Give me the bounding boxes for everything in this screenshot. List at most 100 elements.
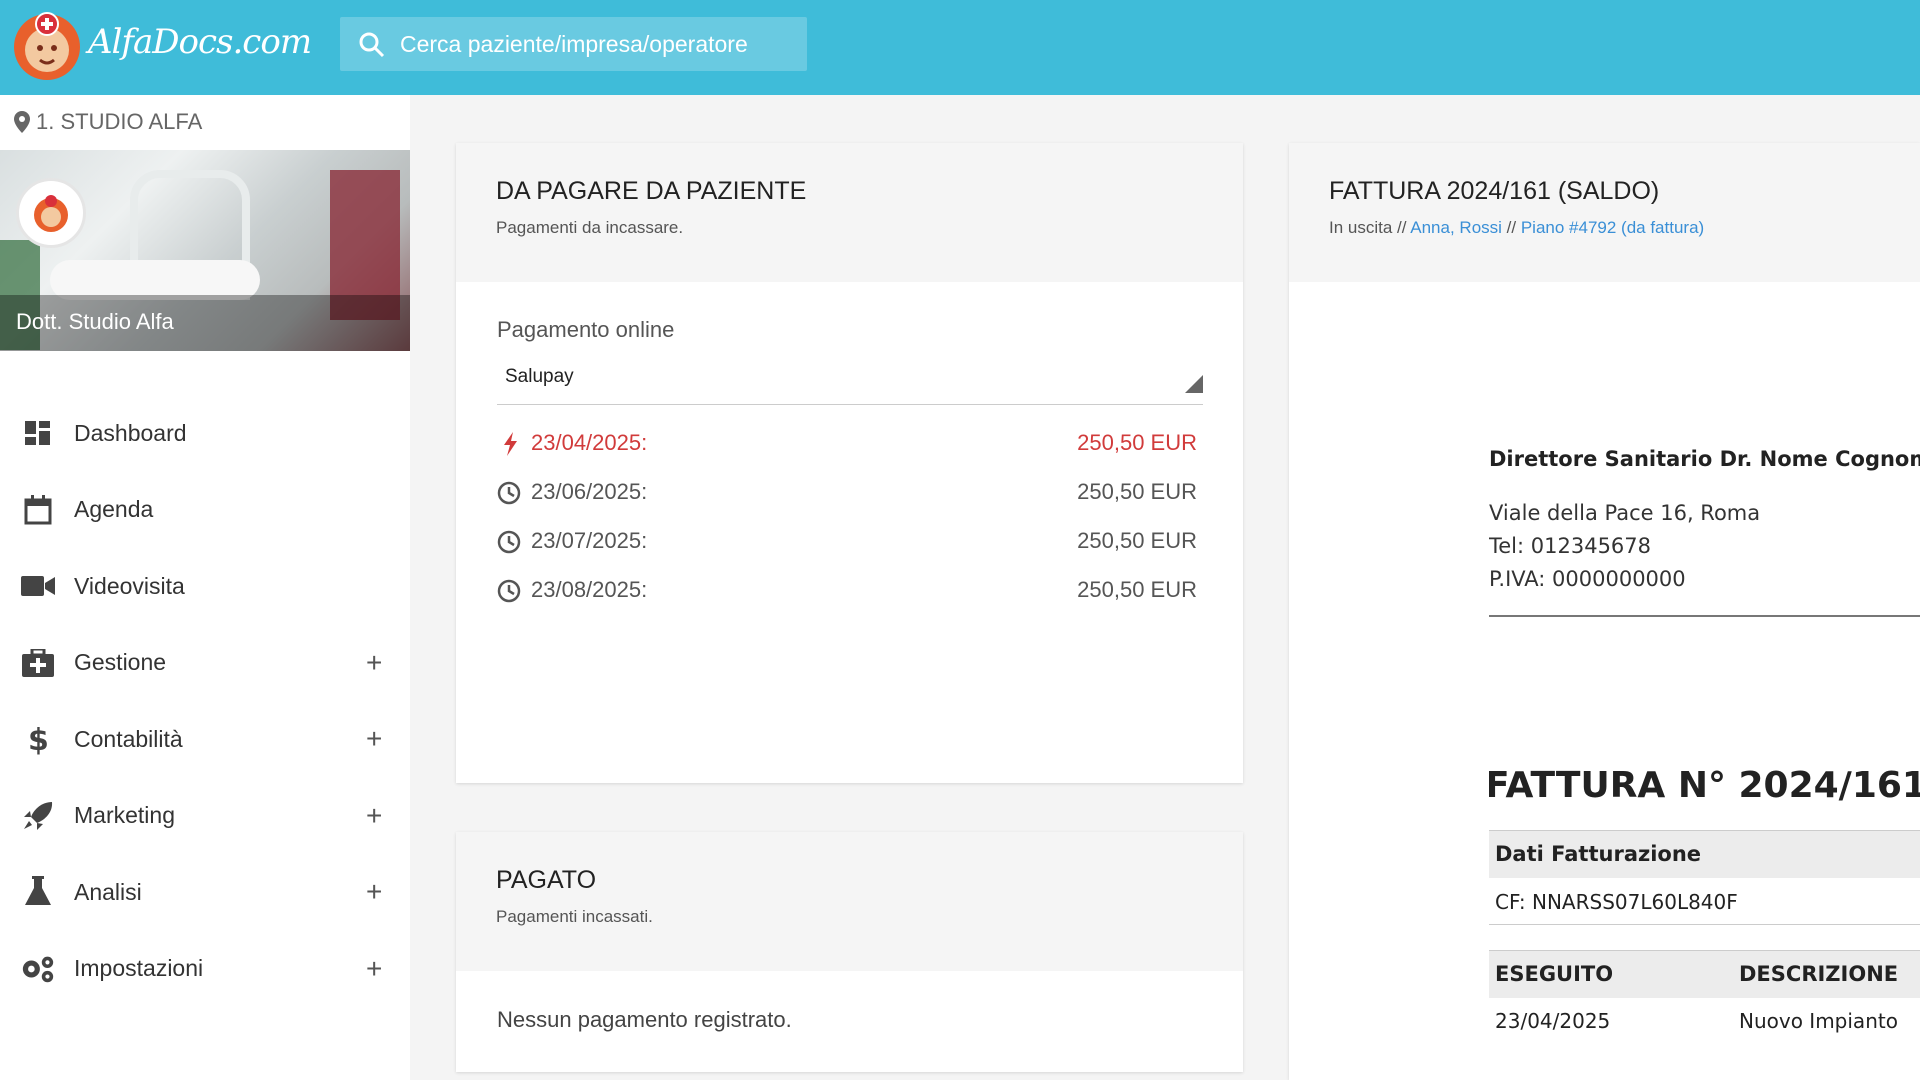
billing-data-header: Dati Fatturazione [1489, 831, 1920, 878]
sidebar-item-marketing[interactable]: Marketing + [0, 778, 410, 855]
installment-date: 23/06/2025: [531, 479, 648, 504]
installment-date: 23/08/2025: [531, 577, 648, 602]
video-camera-icon [20, 568, 56, 604]
invoice-document: Direttore Sanitario Dr. Nome Cognome Via… [1489, 430, 1920, 1080]
col-description: DESCRIZIONE [1739, 962, 1899, 986]
invoice-tel: Tel: 012345678 [1489, 534, 1652, 558]
sidebar-item-label: Agenda [74, 496, 154, 523]
installment-amount: 250,50 EUR [1077, 479, 1197, 504]
sidebar-item-analisi[interactable]: Analisi + [0, 854, 410, 931]
row-description: Nuovo Impianto [1739, 1009, 1898, 1033]
sidebar-item-label: Analisi [74, 878, 142, 905]
sidebar-item-label: Gestione [74, 649, 167, 676]
sidebar: 1. STUDIO ALFA Dott. Studio Alfa Dashboa… [0, 95, 410, 1080]
medical-kit-icon [20, 645, 56, 681]
to-pay-title: DA PAGARE DA PAZIENTE [496, 177, 807, 205]
sidebar-item-gestione[interactable]: Gestione + [0, 625, 410, 702]
invoice-number-heading: FATTURA N° 2024/161 [1489, 765, 1920, 806]
search-input[interactable] [400, 17, 800, 71]
invoice-title: FATTURA 2024/161 (SALDO) [1329, 177, 1660, 205]
brand-name[interactable]: AlfaDocs.com [88, 22, 312, 62]
clock-icon [497, 530, 521, 554]
invoice-director: Direttore Sanitario Dr. Nome Cognome [1489, 447, 1920, 471]
invoice-header: FATTURA 2024/161 (SALDO) In uscita // An… [1289, 143, 1920, 282]
to-pay-subtitle: Pagamenti da incassare. [496, 218, 684, 237]
installment-amount: 250,50 EUR [1077, 528, 1197, 553]
payment-method-select[interactable]: Salupay [497, 355, 1203, 405]
table-row: 23/04/2025 Nuovo Impianto [1489, 998, 1920, 1058]
payment-method-label: Pagamento online [497, 317, 675, 342]
col-done: ESEGUITO [1495, 962, 1614, 986]
dashboard-icon [20, 415, 56, 451]
expand-icon[interactable]: + [366, 876, 382, 908]
to-pay-header: DA PAGARE DA PAZIENTE Pagamenti da incas… [456, 143, 1243, 282]
installment-row: 23/08/2025: 250,50 EUR [497, 577, 1197, 626]
installment-date: 23/07/2025: [531, 528, 648, 553]
lightning-icon [504, 432, 517, 456]
paid-subtitle: Pagamenti incassati. [496, 907, 653, 926]
installment-row: 23/04/2025: 250,50 EUR [497, 430, 1197, 479]
invoice-direction: In uscita // [1329, 218, 1411, 237]
expand-icon[interactable]: + [366, 953, 382, 985]
plan-link[interactable]: Piano #4792 (da fattura) [1521, 218, 1704, 237]
location-label: 1. STUDIO ALFA [36, 109, 203, 134]
paid-empty-message: Nessun pagamento registrato. [497, 1007, 792, 1032]
sidebar-item-label: Videovisita [74, 572, 185, 599]
search-bar[interactable] [340, 17, 807, 71]
dollar-icon: $ [20, 721, 56, 757]
calendar-icon [20, 492, 56, 528]
sidebar-item-label: Marketing [74, 802, 175, 829]
services-table-header: ESEGUITO DESCRIZIONE [1489, 951, 1920, 998]
clock-icon [497, 481, 521, 505]
paid-title: PAGATO [496, 866, 597, 894]
main-menu: Dashboard Agenda Videovisita Gestione + … [0, 395, 410, 1007]
paid-header: PAGATO Pagamenti incassati. [456, 832, 1243, 971]
map-pin-icon [14, 111, 30, 133]
svg-text:$: $ [28, 723, 48, 756]
paid-card: PAGATO Pagamenti incassati. Nessun pagam… [456, 832, 1243, 1072]
expand-icon[interactable]: + [366, 723, 382, 755]
installment-date: 23/04/2025: [531, 430, 648, 455]
sidebar-item-videovisita[interactable]: Videovisita [0, 548, 410, 625]
rocket-icon [20, 798, 56, 834]
top-bar: AlfaDocs.com [0, 0, 1920, 95]
to-pay-card: DA PAGARE DA PAZIENTE Pagamenti da incas… [456, 143, 1243, 783]
row-date: 23/04/2025 [1495, 1009, 1611, 1033]
clock-icon [497, 579, 521, 603]
patient-link[interactable]: Anna, Rossi [1410, 218, 1502, 237]
sidebar-item-label: Dashboard [74, 419, 187, 446]
expand-icon[interactable]: + [366, 647, 382, 679]
installments-list: 23/04/2025: 250,50 EUR 23/06/2025: 250,5… [497, 430, 1197, 626]
invoice-divider [1489, 615, 1920, 617]
sidebar-item-dashboard[interactable]: Dashboard [0, 395, 410, 472]
studio-cover-image: Dott. Studio Alfa [0, 150, 410, 351]
sidebar-item-label: Contabilità [74, 725, 183, 752]
lion-logo-icon[interactable] [10, 8, 84, 82]
sidebar-item-label: Impostazioni [74, 955, 204, 982]
invoice-piva: P.IVA: 0000000000 [1489, 567, 1686, 591]
billing-cf: CF: NNARSS07L60L840F [1495, 890, 1738, 914]
invoice-address: Viale della Pace 16, Roma [1489, 501, 1761, 525]
services-table: ESEGUITO DESCRIZIONE 23/04/2025 Nuovo Im… [1489, 950, 1920, 1080]
gears-icon [20, 951, 56, 987]
search-icon [359, 32, 385, 58]
studio-name: Dott. Studio Alfa [0, 295, 410, 351]
invoice-subtitle: In uscita // Anna, Rossi // Piano #4792 … [1329, 218, 1880, 238]
flask-icon [20, 874, 56, 910]
sidebar-item-agenda[interactable]: Agenda [0, 472, 410, 549]
invoice-address-block: Viale della Pace 16, Roma Tel: 012345678… [1489, 497, 1760, 596]
location-selector[interactable]: 1. STUDIO ALFA [14, 109, 202, 135]
installment-row: 23/07/2025: 250,50 EUR [497, 528, 1197, 577]
payment-method-value: Salupay [505, 366, 574, 387]
installment-amount: 250,50 EUR [1077, 577, 1197, 602]
installment-amount: 250,50 EUR [1077, 430, 1197, 455]
separator: // [1501, 218, 1521, 237]
sidebar-item-impostazioni[interactable]: Impostazioni + [0, 931, 410, 1008]
dropdown-arrow-icon [1185, 375, 1203, 393]
lion-avatar-icon [34, 195, 68, 232]
sidebar-item-contabilita[interactable]: $ Contabilità + [0, 701, 410, 778]
expand-icon[interactable]: + [366, 800, 382, 832]
avatar[interactable] [16, 178, 86, 248]
billing-data-box: Dati Fatturazione CF: NNARSS07L60L840F [1489, 830, 1920, 925]
installment-row: 23/06/2025: 250,50 EUR [497, 479, 1197, 528]
